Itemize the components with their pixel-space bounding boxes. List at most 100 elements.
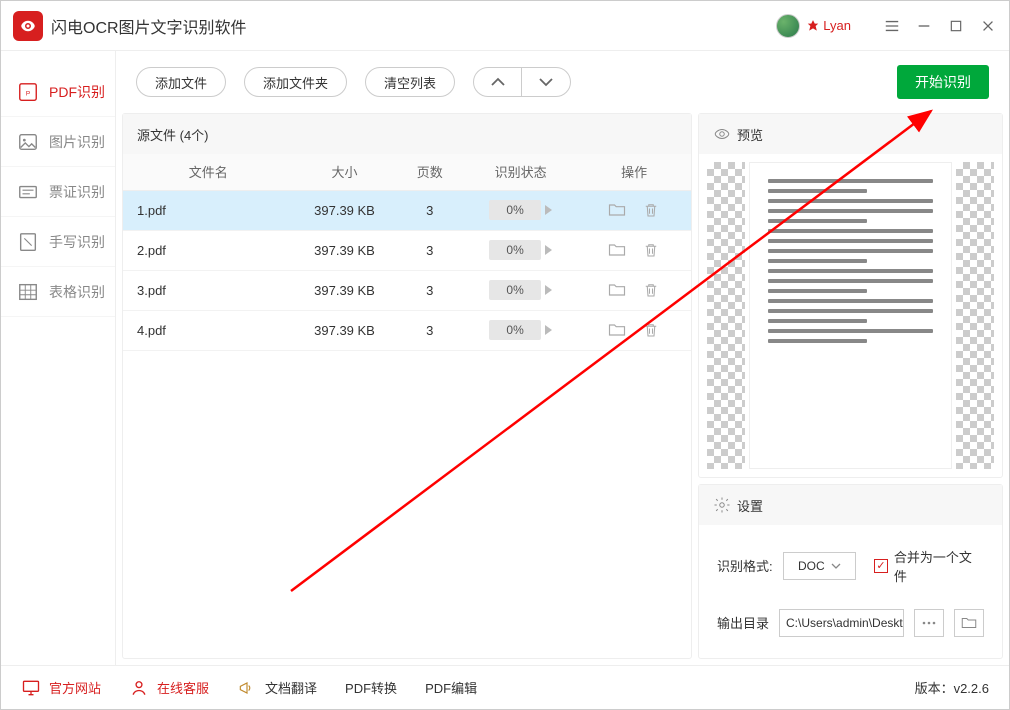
doc-translate-link[interactable]: 文档翻译 [237,678,317,698]
preview-page-thumb [749,162,952,469]
col-ops: 操作 [577,154,691,190]
sidebar: P PDF识别 图片识别 票证识别 手写识别 表格识别 [1,51,116,665]
app-window: 闪电OCR图片文字识别软件 Lyan P PDF识别 图片识别 [0,0,1010,710]
open-folder-icon[interactable] [606,200,628,220]
cell-pages: 3 [396,310,464,350]
merge-checkbox[interactable]: ✓ 合并为一个文件 [874,547,984,585]
file-table: 文件名 大小 页数 识别状态 操作 1.pdf397.39 KB30%2.pdf… [123,154,691,351]
person-icon [129,678,149,698]
megaphone-icon [237,678,257,698]
open-folder-icon[interactable] [606,240,628,260]
cell-size: 397.39 KB [293,270,395,310]
sidebar-label: PDF识别 [49,82,105,102]
preview-header: 预览 [699,114,1002,154]
settings-pane: 设置 识别格式: DOC ✓ 合并为一 [698,484,1003,659]
titlebar: 闪电OCR图片文字识别软件 Lyan [1,1,1009,51]
pdf-convert-link[interactable]: PDF转换 [345,678,397,697]
file-list-header: 源文件 (4个) [123,114,691,154]
sidebar-item-image[interactable]: 图片识别 [1,117,115,167]
play-icon[interactable] [545,285,552,295]
start-recognize-button[interactable]: 开始识别 [897,65,989,99]
file-list-pane: 源文件 (4个) 文件名 大小 页数 识别状态 操作 1.pdf397.39 K… [122,113,692,659]
browse-button[interactable] [914,609,944,637]
cell-name: 4.pdf [123,310,293,350]
open-folder-button[interactable] [954,609,984,637]
sidebar-label: 图片识别 [49,132,105,152]
add-folder-button[interactable]: 添加文件夹 [244,67,347,97]
sidebar-label: 票证识别 [49,182,105,202]
col-pages: 页数 [396,154,464,190]
cell-name: 2.pdf [123,230,293,270]
col-name: 文件名 [123,154,293,190]
sidebar-item-pdf[interactable]: P PDF识别 [1,67,115,117]
delete-icon[interactable] [640,320,662,340]
svg-text:P: P [26,90,30,97]
progress-value: 0% [489,240,541,260]
app-title: 闪电OCR图片文字识别软件 [51,14,247,38]
folder-icon [960,614,978,632]
progress-value: 0% [489,200,541,220]
output-path-input[interactable]: C:\Users\admin\Deskto [779,609,904,637]
close-button[interactable] [979,17,997,35]
clear-list-button[interactable]: 清空列表 [365,67,455,97]
cell-size: 397.39 KB [293,190,395,230]
delete-icon[interactable] [640,240,662,260]
sidebar-label: 表格识别 [49,282,105,302]
username: Lyan [823,18,851,33]
menu-button[interactable] [883,17,901,35]
eye-icon [713,125,731,143]
format-label: 识别格式: [717,556,773,575]
play-icon[interactable] [545,205,552,215]
sidebar-item-handwrite[interactable]: 手写识别 [1,217,115,267]
cell-pages: 3 [396,270,464,310]
table-row[interactable]: 2.pdf397.39 KB30% [123,230,691,270]
settings-header: 设置 [699,485,1002,525]
table-icon [17,281,39,303]
move-buttons [473,67,571,97]
move-up-button[interactable] [474,68,522,96]
table-row[interactable]: 1.pdf397.39 KB3 0% [123,190,691,230]
open-folder-icon[interactable] [606,320,628,340]
sidebar-item-table[interactable]: 表格识别 [1,267,115,317]
progress-value: 0% [489,280,541,300]
checkbox-icon: ✓ [874,559,888,573]
sidebar-label: 手写识别 [49,232,105,252]
table-row[interactable]: 3.pdf397.39 KB3 0% [123,270,691,310]
sidebar-item-ticket[interactable]: 票证识别 [1,167,115,217]
website-link[interactable]: 官方网站 [21,678,101,698]
preview-pane: 预览 [698,113,1003,478]
avatar [776,14,800,38]
cell-size: 397.39 KB [293,310,395,350]
pdf-edit-link[interactable]: PDF编辑 [425,678,477,697]
ellipsis-icon [921,620,937,626]
cell-name: 3.pdf [123,270,293,310]
statusbar: 官方网站 在线客服 文档翻译 PDF转换 PDF编辑 版本：v2.2.6 [1,665,1009,709]
table-row[interactable]: 4.pdf397.39 KB3 0% [123,310,691,350]
monitor-icon [21,678,41,698]
open-folder-icon[interactable] [606,280,628,300]
delete-icon[interactable] [640,280,662,300]
minimize-button[interactable] [915,17,933,35]
progress-value: 0% [489,320,541,340]
cell-pages: 3 [396,190,464,230]
format-select[interactable]: DOC [783,552,856,580]
move-down-button[interactable] [522,68,570,96]
cell-name: 1.pdf [123,190,293,230]
play-icon[interactable] [545,245,552,255]
ticket-icon [17,181,39,203]
support-link[interactable]: 在线客服 [129,678,209,698]
pdf-icon: P [17,81,39,103]
gear-icon [713,496,731,514]
cell-size: 397.39 KB [293,230,395,270]
output-label: 输出目录 [717,613,769,632]
user-badge: Lyan [806,18,851,33]
maximize-button[interactable] [947,17,965,35]
checker-left [707,162,745,469]
user-area[interactable]: Lyan [776,14,851,38]
delete-icon[interactable] [640,200,662,220]
add-file-button[interactable]: 添加文件 [136,67,226,97]
play-icon[interactable] [545,325,552,335]
handwrite-icon [17,231,39,253]
col-size: 大小 [293,154,395,190]
image-icon [17,131,39,153]
